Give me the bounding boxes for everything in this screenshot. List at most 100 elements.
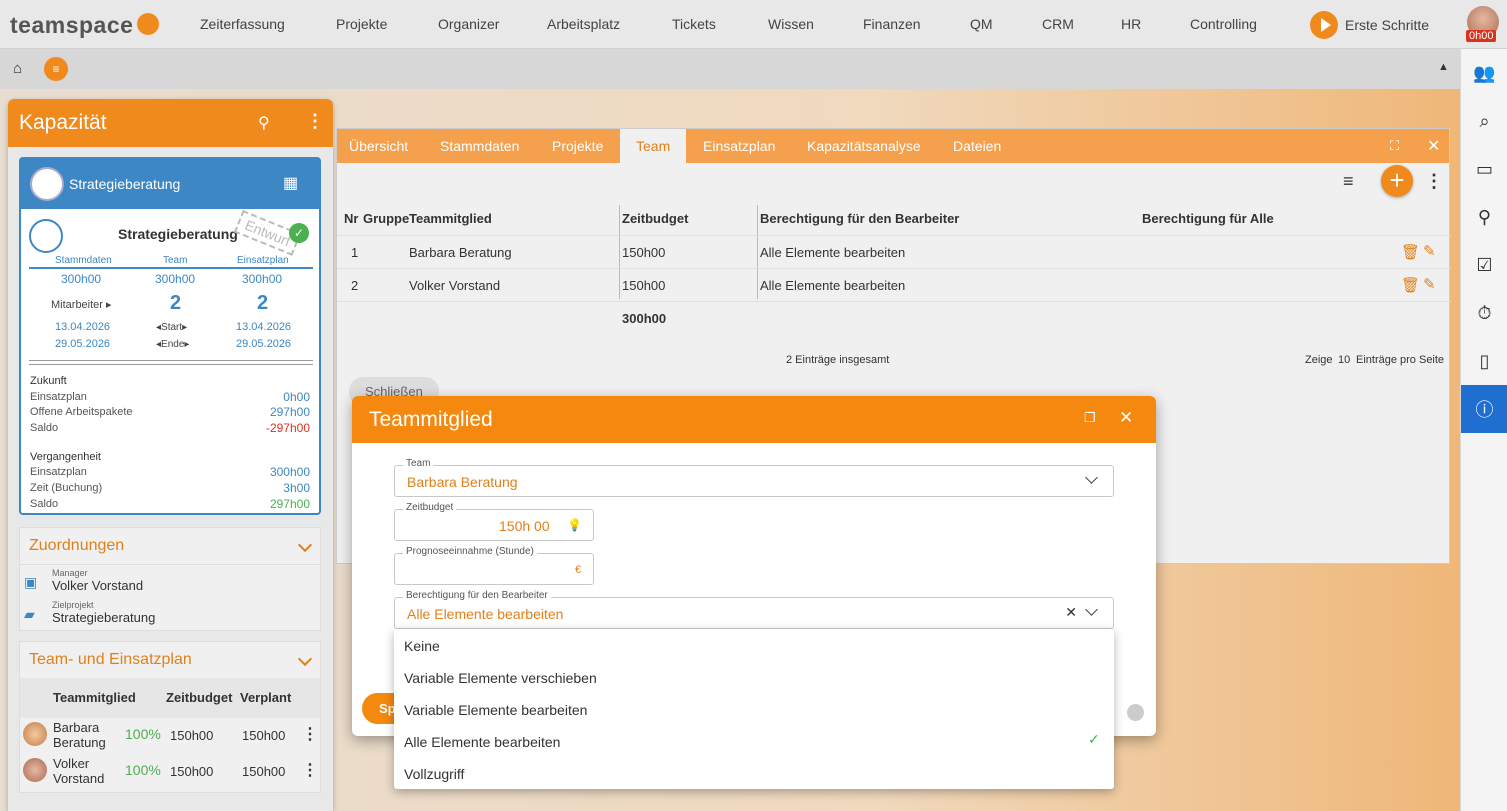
hours-stammdaten: 300h00	[61, 272, 102, 286]
team-row2-name2: Vorstand	[53, 771, 105, 786]
team-title[interactable]: Team- und Einsatzplan	[29, 651, 192, 669]
vg-einsatzplan-label: Einsatzplan	[30, 466, 87, 478]
option-variable-bearbeiten[interactable]: Variable Elemente bearbeiten	[404, 702, 587, 718]
nav-qm[interactable]: QM	[970, 16, 993, 32]
ziel-value[interactable]: Strategieberatung	[52, 610, 155, 625]
erste-label: Erste Schritte	[1345, 17, 1430, 33]
edit-icon[interactable]: ✎	[1423, 242, 1436, 260]
pro-seite-label: Einträge pro Seite	[1356, 354, 1445, 366]
manager-value[interactable]: Volker Vorstand	[52, 578, 143, 593]
currency-label: €	[575, 564, 582, 576]
option-variable-verschieben[interactable]: Variable Elemente verschieben	[404, 670, 597, 686]
vg-zeit-label: Zeit (Buchung)	[30, 482, 103, 494]
zk-einsatzplan-label: Einsatzplan	[30, 391, 87, 403]
collapse-up-icon[interactable]: ▲	[1438, 61, 1449, 73]
nav-hr[interactable]: HR	[1121, 16, 1141, 32]
chevron-down-icon[interactable]	[297, 651, 313, 667]
tab-uebersicht[interactable]: Übersicht	[349, 138, 408, 154]
info-icon[interactable]: ⓘ	[1461, 385, 1507, 433]
cell-budget: 150h00	[622, 245, 666, 260]
option-keine[interactable]: Keine	[404, 638, 440, 654]
berechtigung-select[interactable]: Berechtigung für den Bearbeiter Alle Ele…	[394, 590, 1114, 629]
filter-icon[interactable]: ≡	[1343, 171, 1354, 192]
delete-icon[interactable]: 🗑	[1401, 276, 1420, 294]
team-select[interactable]: Team Barbara Beratung	[394, 458, 1114, 497]
option-vollzugriff[interactable]: Vollzugriff	[404, 766, 464, 782]
phone-icon[interactable]: ▯	[1461, 337, 1507, 385]
nav-projekte[interactable]: Projekte	[336, 16, 387, 32]
menu-icon[interactable]: ≡	[44, 57, 68, 81]
tab-einsatzplan[interactable]: Einsatzplan	[703, 138, 775, 154]
start-stammdaten: 13.04.2026	[55, 321, 111, 333]
col-stammdaten: Stammdaten	[55, 255, 112, 266]
project-card[interactable]: Strategieberatung ▦ Strategieberatung En…	[19, 157, 321, 515]
table-row[interactable]: 2 Volker Vorstand 150h00 Alle Elemente b…	[337, 268, 1451, 301]
zeitbudget-field[interactable]: Zeitbudget 150h 00 💡	[394, 502, 594, 541]
chevron-down-icon[interactable]	[1085, 471, 1098, 484]
zk-saldo-value: -297h00	[265, 421, 310, 435]
clear-icon[interactable]: ✕	[1065, 604, 1077, 621]
inbox-icon[interactable]: ▭	[1461, 145, 1507, 193]
chevron-down-icon[interactable]	[297, 537, 313, 553]
nav-wissen[interactable]: Wissen	[768, 16, 814, 32]
fullscreen-icon[interactable]: ⛶	[1390, 138, 1399, 154]
home-icon[interactable]: ⌂	[13, 60, 22, 77]
page-size-select[interactable]: 10	[1338, 354, 1350, 366]
total-row: 300h00	[337, 301, 1451, 334]
edit-icon[interactable]: ✎	[1423, 275, 1436, 293]
cell-nr: 2	[351, 278, 359, 293]
timer-badge: 0h00	[1466, 30, 1497, 42]
th-zeitbudget: Zeitbudget	[166, 690, 233, 705]
mitarbeiter-einsatz: 2	[257, 292, 269, 314]
team-row2-verplant: 150h00	[242, 764, 286, 779]
erste-schritte-button[interactable]: Erste Schritte	[1310, 11, 1429, 39]
nav-controlling[interactable]: Controlling	[1190, 16, 1257, 32]
cell-nr: 1	[351, 245, 359, 260]
close-icon[interactable]: ✕	[1427, 136, 1440, 156]
nav-tickets[interactable]: Tickets	[672, 16, 716, 32]
close-icon[interactable]: ✕	[1119, 408, 1133, 428]
logo[interactable]: teamspace	[10, 12, 160, 39]
nav-zeiterfassung[interactable]: Zeiterfassung	[200, 16, 285, 32]
restore-icon[interactable]: ❐	[1084, 410, 1096, 426]
nav-finanzen[interactable]: Finanzen	[863, 16, 921, 32]
vg-saldo-value: 297h00	[269, 497, 310, 511]
add-button[interactable]: +	[1381, 165, 1413, 197]
card-subtitle: Strategieberatung	[118, 226, 238, 242]
nav-crm[interactable]: CRM	[1042, 16, 1074, 32]
tab-team[interactable]: Team	[620, 129, 687, 163]
delete-icon[interactable]: 🗑	[1401, 243, 1420, 261]
search-icon[interactable]: ⌕	[1461, 97, 1507, 145]
tasks-icon[interactable]: ☑	[1461, 241, 1507, 289]
tab-dateien[interactable]: Dateien	[953, 138, 1001, 154]
stopwatch-icon[interactable]: ⏱	[1461, 289, 1507, 337]
team-section: Team- und Einsatzplan Teammitglied Zeitb…	[19, 641, 321, 793]
bulb-icon[interactable]: 💡	[567, 518, 582, 532]
more-icon[interactable]: ⋮	[1425, 171, 1443, 192]
tab-stammdaten[interactable]: Stammdaten	[440, 138, 519, 154]
divider	[29, 364, 313, 365]
th-gruppe: Gruppe	[363, 211, 410, 226]
chart-icon	[30, 167, 64, 201]
prognose-field[interactable]: Prognoseeinnahme (Stunde) €	[394, 546, 594, 585]
tab-kapazitaetsanalyse[interactable]: Kapazitätsanalyse	[807, 138, 921, 154]
tab-projekte[interactable]: Projekte	[552, 138, 603, 154]
more-icon[interactable]: ⋮	[302, 760, 318, 780]
cell-perm: Alle Elemente bearbeiten	[760, 245, 906, 260]
nav-organizer[interactable]: Organizer	[438, 16, 499, 32]
pin-icon[interactable]: ⚲	[258, 113, 270, 133]
chevron-down-icon[interactable]	[1085, 603, 1098, 616]
card-title: Strategieberatung	[69, 176, 181, 192]
more-icon[interactable]: ⋮	[302, 724, 318, 744]
vg-saldo-label: Saldo	[30, 498, 59, 510]
option-alle-bearbeiten[interactable]: Alle Elemente bearbeiten	[404, 734, 560, 750]
nav-arbeitsplatz[interactable]: Arbeitsplatz	[547, 16, 620, 32]
more-icon[interactable]: ⋮	[306, 111, 324, 132]
folder-icon: ▰	[24, 606, 35, 622]
th-teammitglied: Teammitglied	[409, 211, 492, 226]
table-row[interactable]: 1 Barbara Beratung 150h00 Alle Elemente …	[337, 235, 1451, 268]
grid-icon[interactable]: ▦	[283, 173, 298, 193]
people-icon[interactable]: 👥	[1461, 49, 1507, 97]
zuordnungen-title[interactable]: Zuordnungen	[29, 537, 124, 555]
pin-icon[interactable]: ⚲	[1461, 193, 1507, 241]
